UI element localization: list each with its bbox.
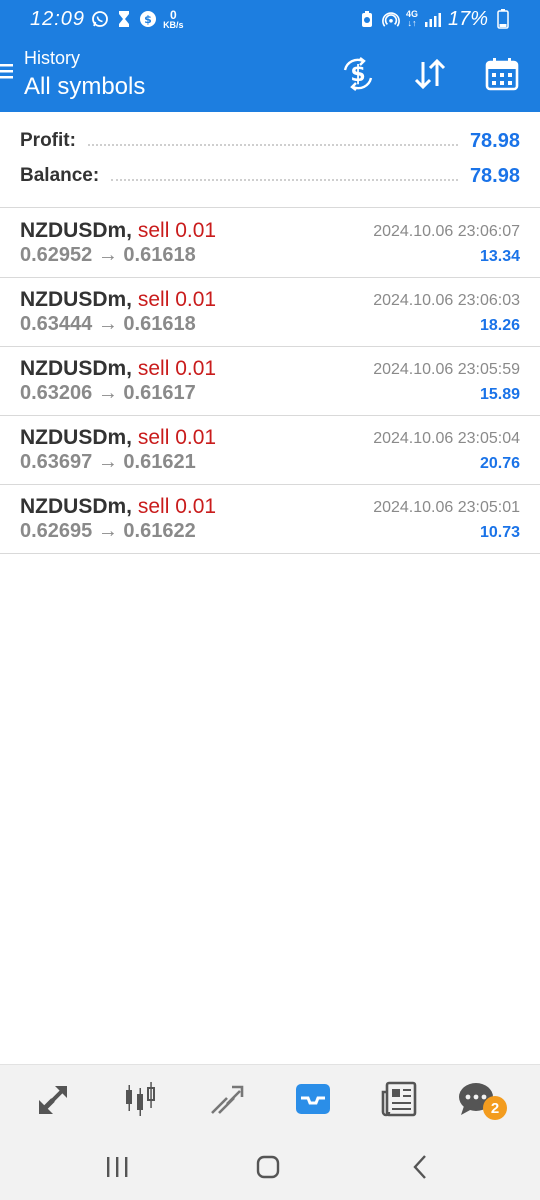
currency-exchange-icon: $ (343, 57, 373, 91)
deal-separator: , (126, 495, 138, 518)
deal-time: 2024.10.06 23:06:03 (373, 292, 520, 309)
bottom-nav (0, 1064, 540, 1132)
deal-symbol-line: NZDUSDm, sell 0.01 (20, 288, 216, 312)
network-speed-unit: KB/s (163, 19, 184, 30)
balance-label: Balance: (20, 165, 100, 186)
deal-symbol-line: NZDUSDm, sell 0.01 (20, 495, 216, 519)
network-speed-value: 0 (169, 7, 177, 22)
deal-prices: 0.63697 → 0.61621 (20, 451, 196, 473)
balance-value: 78.98 (469, 164, 520, 187)
trade-arrows-icon (39, 1086, 67, 1114)
profit-row: Profit: 78.98 (0, 126, 540, 156)
hotspot-icon (382, 10, 400, 28)
nav-history[interactable] (293, 1079, 333, 1119)
status-left: 12:09 $ 0 KB/s (30, 8, 184, 31)
deal-time: 2024.10.06 23:05:59 (373, 361, 520, 378)
network-speed: 0 KB/s (163, 9, 184, 30)
battery-icon (494, 9, 512, 29)
sort-button[interactable] (410, 54, 450, 94)
status-right: 4G ↓↑ 17% (358, 8, 512, 31)
deal-separator: , (126, 288, 138, 311)
deal-symbol: NZDUSDm (20, 357, 127, 380)
balance-row: Balance: 78.98 (0, 161, 540, 191)
back-chevron-icon (413, 1155, 426, 1179)
deal-row[interactable]: NZDUSDm, sell 0.01 0.63697 → 0.61621 202… (0, 416, 540, 485)
nav-trade-history[interactable] (206, 1079, 246, 1119)
deal-profit: 10.73 (479, 524, 520, 541)
status-bar: 12:09 $ 0 KB/s 4G ↓↑ 17% (0, 0, 540, 38)
deal-profit: 18.26 (479, 317, 520, 334)
profit-label: Profit: (20, 130, 76, 151)
menu-icon[interactable] (0, 62, 14, 80)
calendar-button[interactable] (482, 54, 522, 94)
home-button[interactable] (253, 1152, 283, 1182)
deals-list: NZDUSDm, sell 0.01 0.62952 → 0.61618 202… (0, 209, 540, 554)
app-bar: History All symbols $ (0, 38, 540, 112)
balance-dots (111, 179, 458, 181)
deal-type: sell 0.01 (137, 495, 217, 518)
deposit-withdrawal-button[interactable]: $ (338, 54, 378, 94)
battery-saver-icon (358, 10, 376, 28)
candlestick-icon (126, 1082, 155, 1116)
newspaper-icon (381, 1081, 417, 1117)
recents-icon (107, 1157, 128, 1177)
deal-row[interactable]: NZDUSDm, sell 0.01 0.63206 → 0.61617 202… (0, 347, 540, 416)
deal-prices: 0.63206 → 0.61617 (20, 382, 196, 404)
deal-row[interactable]: NZDUSDm, sell 0.01 0.62695 → 0.61622 202… (0, 485, 540, 554)
back-button[interactable] (405, 1152, 435, 1182)
deal-prices: 0.62695 → 0.61622 (20, 520, 196, 542)
home-icon (256, 1155, 280, 1179)
page-title[interactable]: All symbols (24, 73, 145, 101)
deal-type: sell 0.01 (137, 288, 217, 311)
nav-chart[interactable] (120, 1079, 160, 1119)
deal-symbol: NZDUSDm (20, 426, 127, 449)
status-time: 12:09 (30, 7, 86, 30)
deal-symbol-line: NZDUSDm, sell 0.01 (20, 357, 216, 381)
nav-news[interactable] (379, 1079, 419, 1119)
deal-symbol-line: NZDUSDm, sell 0.01 (20, 219, 216, 243)
deal-type: sell 0.01 (137, 219, 217, 242)
deal-symbol: NZDUSDm (20, 219, 127, 242)
deal-prices: 0.62952 → 0.61618 (20, 244, 196, 266)
nav-trade[interactable] (34, 1079, 74, 1119)
deal-separator: , (126, 219, 138, 242)
inbox-icon (296, 1084, 330, 1114)
deal-type: sell 0.01 (137, 426, 217, 449)
hourglass-icon (115, 10, 133, 28)
battery-percent: 17% (447, 7, 488, 30)
deal-separator: , (126, 357, 138, 380)
deal-time: 2024.10.06 23:06:07 (373, 223, 520, 240)
deal-profit: 20.76 (479, 455, 520, 472)
history-summary: Profit: 78.98 Balance: 78.98 (0, 112, 540, 208)
deal-row[interactable]: NZDUSDm, sell 0.01 0.63444 → 0.61618 202… (0, 278, 540, 347)
data-arrows-icon: ↓↑ (407, 18, 417, 28)
recents-button[interactable] (102, 1152, 132, 1182)
svg-text:$: $ (350, 62, 365, 87)
sort-arrows-icon (414, 58, 446, 90)
deal-row[interactable]: NZDUSDm, sell 0.01 0.62952 → 0.61618 202… (0, 209, 540, 278)
page-subtitle: History (24, 48, 81, 68)
deal-time: 2024.10.06 23:05:04 (373, 430, 520, 447)
trend-icon (211, 1085, 244, 1114)
chat-unread-badge: 2 (483, 1096, 507, 1120)
deal-separator: , (126, 426, 138, 449)
profit-value: 78.98 (469, 129, 520, 152)
profit-dots (87, 144, 458, 146)
system-nav-bar (0, 1132, 540, 1200)
deal-profit: 15.89 (479, 386, 520, 403)
network-type: 4G ↓↑ (406, 10, 418, 28)
deal-symbol-line: NZDUSDm, sell 0.01 (20, 426, 216, 450)
deal-profit: 13.34 (479, 248, 520, 265)
calendar-icon (485, 58, 519, 91)
whatsapp-icon (91, 10, 109, 28)
deal-time: 2024.10.06 23:05:01 (373, 499, 520, 516)
svg-text:$: $ (144, 13, 152, 26)
deal-prices: 0.63444 → 0.61618 (20, 313, 196, 335)
deal-type: sell 0.01 (137, 357, 217, 380)
signal-icon (424, 10, 442, 28)
deal-symbol: NZDUSDm (20, 495, 127, 518)
deal-symbol: NZDUSDm (20, 288, 127, 311)
app-notification-icon: $ (139, 10, 157, 28)
